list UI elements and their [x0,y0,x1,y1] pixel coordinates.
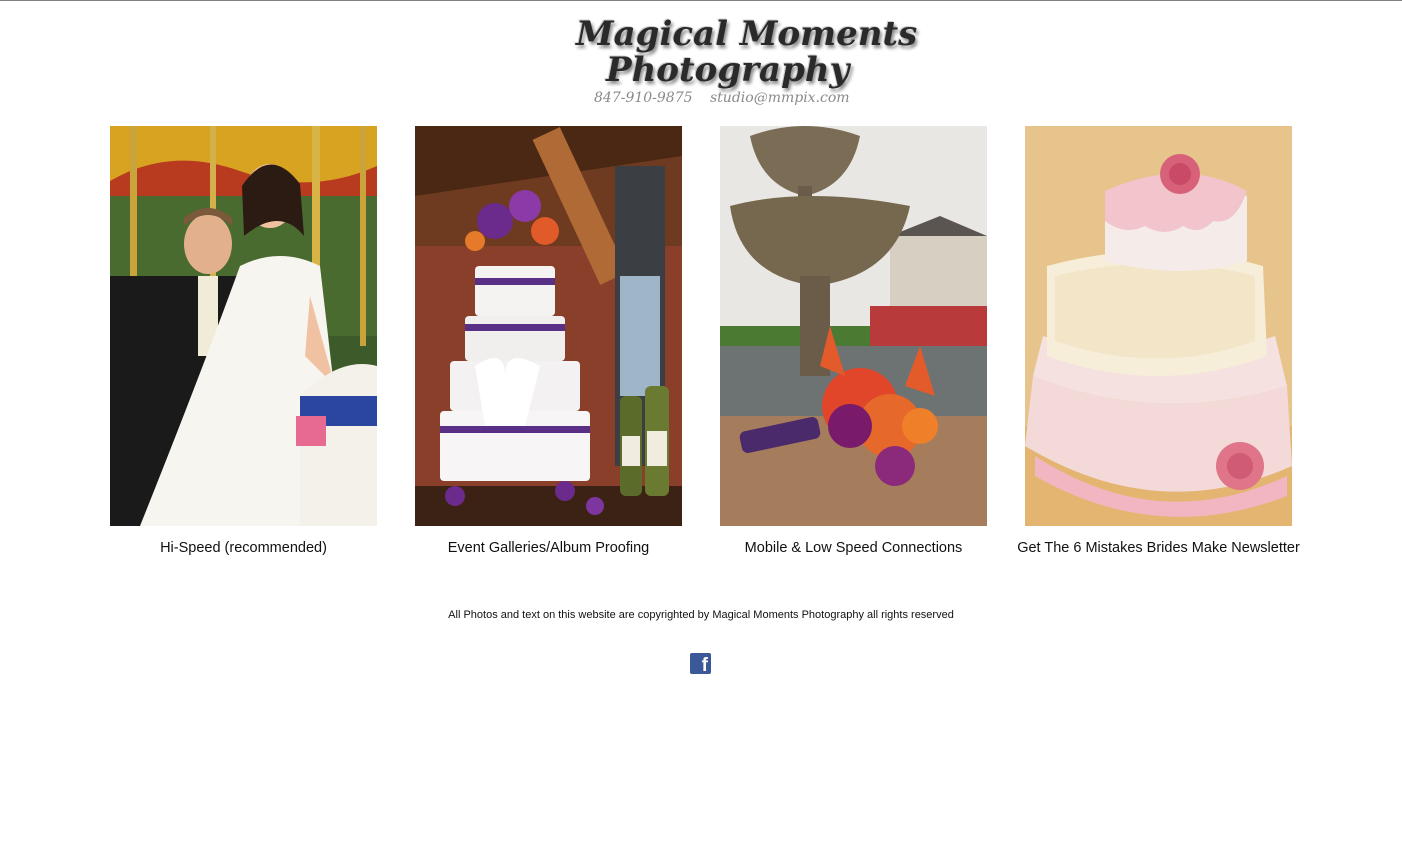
gallery-hi-speed-image[interactable] [110,126,377,526]
gallery-mobile: Mobile & Low Speed Connections [720,126,987,566]
facebook-icon[interactable]: f [690,653,711,676]
site-logo[interactable]: Magical Moments Photography 847-910-9875… [576,10,918,110]
logo-line-1: Magical Moments [576,14,918,54]
gallery-newsletter: Get The 6 Mistakes Brides Make Newslette… [1017,126,1300,566]
gallery-hi-speed-link[interactable]: Hi-Speed (recommended) [70,540,417,556]
gallery-mobile-image[interactable] [720,126,987,526]
header: Magical Moments Photography 847-910-9875… [0,0,1402,115]
gallery-event-proofing-link[interactable]: Event Galleries/Album Proofing [375,540,722,556]
gallery-newsletter-image[interactable] [1025,126,1292,526]
logo-line-2: Photography [606,50,850,90]
gallery-links: Hi-Speed (recommended) Event Galleries/A… [0,126,1402,566]
gallery-hi-speed: Hi-Speed (recommended) [110,126,377,566]
gallery-mobile-link[interactable]: Mobile & Low Speed Connections [680,540,1027,556]
phone-number: 847-910-9875 [594,90,693,106]
gallery-event-proofing: Event Galleries/Album Proofing [415,126,682,566]
gallery-event-proofing-image[interactable] [415,126,682,526]
gallery-newsletter-link[interactable]: Get The 6 Mistakes Brides Make Newslette… [985,540,1332,556]
email-address: studio@mmpix.com [710,90,850,106]
copyright-notice: All Photos and text on this website are … [448,609,954,621]
